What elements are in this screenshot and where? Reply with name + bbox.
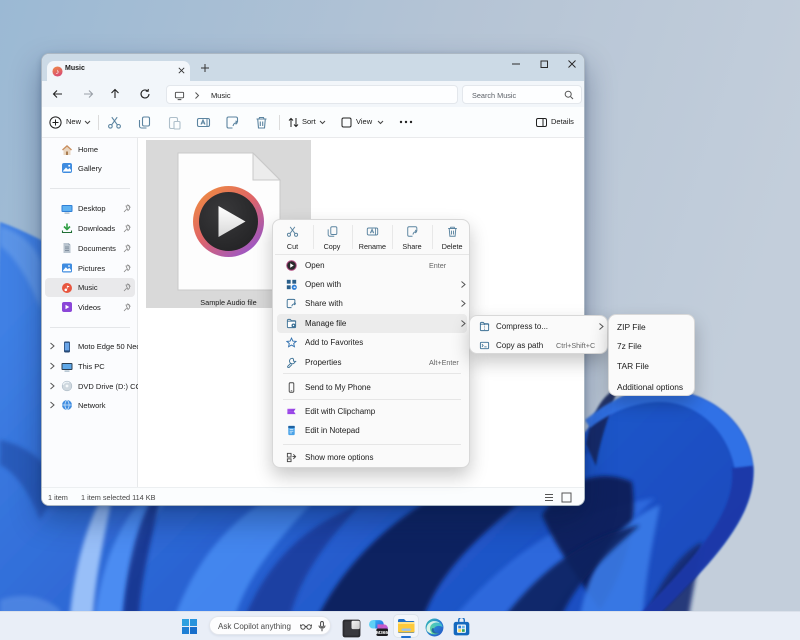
svg-text:♪: ♪ [55, 66, 59, 75]
svg-text:M365: M365 [376, 630, 388, 636]
